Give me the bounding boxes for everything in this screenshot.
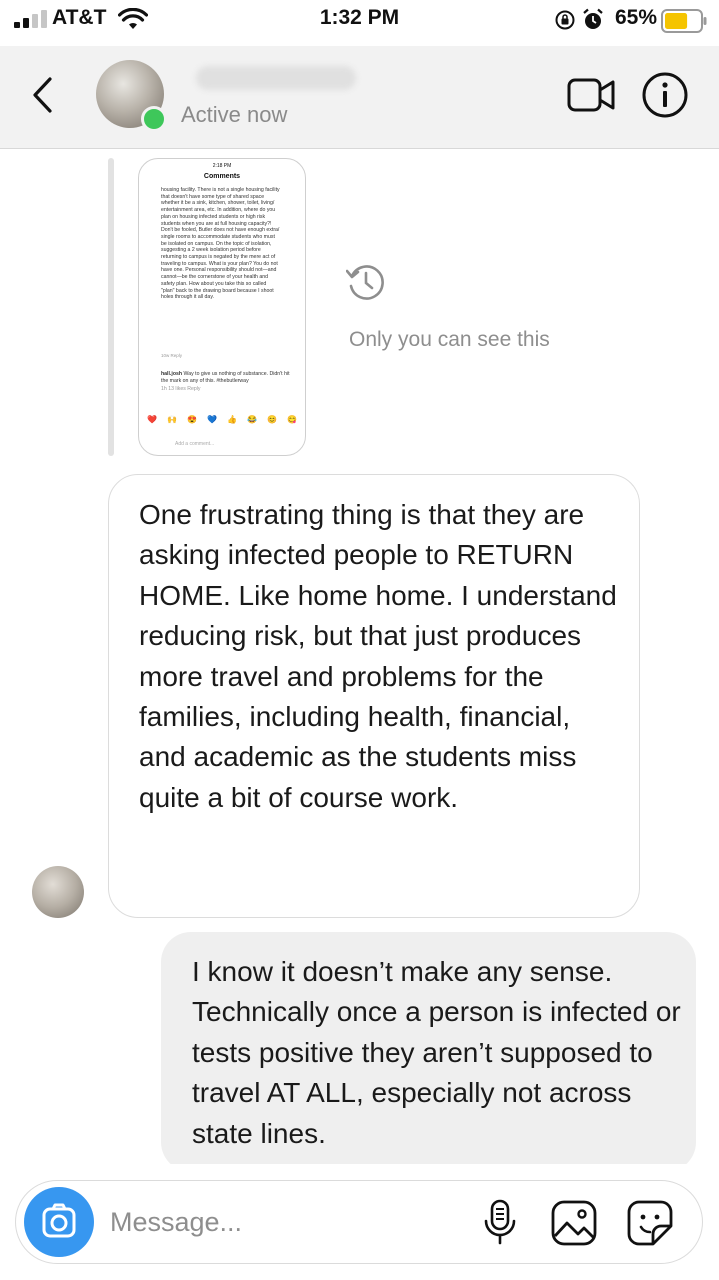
status-bar: AT&T 1:32 PM 65% — [0, 0, 719, 44]
screenshot-time: 2:18 PM — [212, 163, 232, 169]
screenshot-comment-meta: 10w Reply — [161, 353, 183, 358]
info-icon[interactable] — [640, 70, 690, 120]
shared-screenshot[interactable]: 2:18 PM Comments housing facility. There… — [138, 158, 306, 456]
camera-icon — [42, 1203, 76, 1238]
screenshot-add-comment: Add a comment... — [175, 441, 215, 447]
screenshot-emoji-bar: ❤️ 🙌 😍 💙 👍 😂 😊 😋 — [147, 415, 297, 424]
incoming-message-bubble[interactable]: One frustrating thing is that they are a… — [108, 474, 640, 918]
emoji: 😂 — [247, 415, 257, 424]
only-you-label: Only you can see this — [349, 328, 550, 351]
sticker-icon[interactable] — [626, 1199, 674, 1247]
emoji: 🙌 — [167, 415, 177, 424]
message-input[interactable] — [108, 1199, 442, 1245]
emoji: 👍 — [227, 415, 237, 424]
gallery-icon[interactable] — [550, 1199, 598, 1247]
video-call-icon[interactable] — [567, 76, 617, 114]
outgoing-message-bubble[interactable]: I know it doesn’t make any sense. Techni… — [161, 932, 696, 1172]
alarm-icon — [583, 8, 603, 29]
online-indicator — [141, 106, 167, 132]
battery-icon — [661, 9, 707, 33]
history-icon — [346, 265, 384, 300]
active-status: Active now — [181, 102, 288, 127]
chat-header: Active now — [0, 46, 719, 149]
emoji: 😍 — [187, 415, 197, 424]
message-composer — [15, 1180, 703, 1264]
screenshot-comment-body: housing facility. There is not a single … — [161, 187, 280, 301]
screenshot-reply-user: hall.josh — [161, 371, 183, 377]
contact-name-redacted[interactable] — [196, 66, 356, 90]
clock: 1:32 PM — [319, 6, 400, 29]
emoji: ❤️ — [147, 415, 157, 424]
message-text: One frustrating thing is that they are a… — [139, 499, 617, 813]
message-text: I know it doesn’t make any sense. Techni… — [192, 956, 681, 1149]
screenshot-reply-meta: 1h 13 likes Reply — [161, 386, 201, 393]
rotation-lock-icon — [555, 10, 575, 30]
emoji: 😊 — [267, 415, 277, 424]
screenshot-reply: hall.josh Way to give us nothing of subs… — [161, 371, 291, 393]
camera-button[interactable] — [24, 1187, 94, 1257]
emoji: 💙 — [207, 415, 217, 424]
microphone-icon[interactable] — [482, 1199, 518, 1247]
emoji: 😋 — [287, 415, 297, 424]
reply-quote-bar — [108, 158, 114, 456]
back-chevron-icon[interactable] — [30, 76, 54, 114]
screenshot-title: Comments — [203, 173, 241, 180]
battery-percent: 65% — [614, 6, 657, 29]
sender-avatar[interactable] — [32, 866, 84, 918]
